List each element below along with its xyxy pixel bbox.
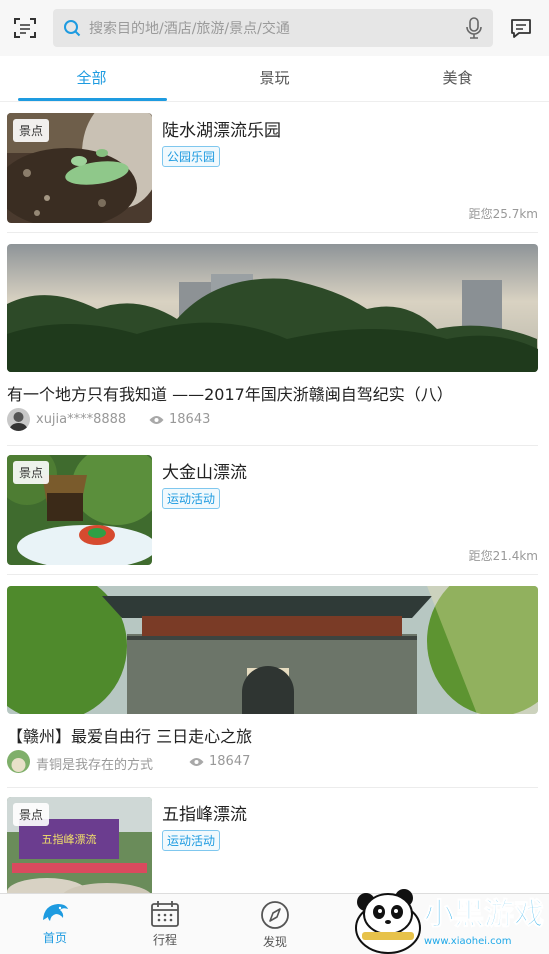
divider: [7, 574, 538, 575]
article-title[interactable]: 【赣州】最爱自由行 三日走心之旅: [7, 723, 252, 747]
spot-title: 大金山漂流: [162, 463, 247, 483]
nav-discover[interactable]: 发现: [220, 894, 330, 954]
search-header: 搜索目的地/酒店/旅游/景点/交通: [0, 0, 549, 56]
scan-icon: [14, 18, 36, 38]
dolphin-home-icon: [43, 904, 68, 921]
spot-title: 五指峰漂流: [162, 805, 247, 825]
spot-thumbnail: 五指峰漂流 景点: [7, 797, 152, 893]
tab-attractions[interactable]: 景玩: [183, 58, 366, 101]
watermark-logo: 小黑游戏 www.xiaohei.com: [352, 880, 549, 954]
compass-icon: [261, 901, 289, 929]
calendar-icon: [151, 901, 179, 927]
message-icon: [511, 19, 531, 38]
spot-title: 陡水湖漂流乐园: [162, 121, 281, 141]
nav-itinerary-label: 行程: [152, 933, 177, 947]
search-placeholder: 搜索目的地/酒店/旅游/景点/交通: [89, 21, 290, 37]
article-author: 青铜是我存在的方式: [36, 758, 154, 773]
spot-card[interactable]: 景点 陡水湖漂流乐园 公园乐园 距您25.7km: [0, 103, 549, 231]
eye-icon: [149, 416, 164, 424]
article-views: 18647: [209, 754, 251, 769]
avatar[interactable]: [7, 408, 30, 431]
search-icon: [64, 20, 81, 37]
nav-home[interactable]: 首页: [0, 894, 110, 954]
divider: [7, 232, 538, 233]
tab-all[interactable]: 全部: [0, 58, 183, 101]
spot-category-tag: 运动活动: [162, 830, 221, 851]
article-title[interactable]: 有一个地方只有我知道 ——2017年国庆浙赣闽自驾纪实（八）: [7, 381, 453, 405]
category-tabs: 全部 景玩 美食: [0, 58, 549, 102]
message-button[interactable]: [493, 0, 549, 56]
avatar[interactable]: [7, 750, 30, 773]
eye-icon: [189, 758, 204, 766]
article-banner[interactable]: 赣州: [7, 586, 538, 714]
spot-card[interactable]: 景点 大金山漂流 运动活动 距您21.4km: [0, 445, 549, 573]
watermark-url: www.xiaohei.com: [424, 936, 512, 947]
spot-card[interactable]: 五指峰漂流 景点 五指峰漂流 运动活动: [0, 787, 549, 893]
article-views: 18643: [169, 412, 211, 427]
search-input[interactable]: 搜索目的地/酒店/旅游/景点/交通: [53, 9, 493, 47]
nav-itinerary[interactable]: 行程: [110, 894, 220, 954]
spot-thumbnail: 景点: [7, 455, 152, 565]
sign-text: 五指峰漂流: [42, 832, 97, 846]
spot-type-badge: 景点: [13, 803, 50, 826]
spot-category-tag: 运动活动: [162, 488, 221, 509]
tab-food[interactable]: 美食: [366, 58, 549, 101]
article-author: xujia****8888: [36, 412, 127, 427]
article-banner[interactable]: [7, 244, 538, 372]
microphone-icon[interactable]: [465, 16, 483, 40]
spot-distance: 距您21.4km: [468, 549, 538, 563]
content-feed: 景点 陡水湖漂流乐园 公园乐园 距您25.7km 有一个地方只有我知道 ——20…: [0, 103, 549, 893]
watermark-text: 小黑游戏: [424, 897, 544, 932]
spot-thumbnail: 景点: [7, 113, 152, 223]
scan-button[interactable]: [0, 0, 50, 56]
spot-type-badge: 景点: [13, 461, 50, 484]
spot-category-tag: 公园乐园: [162, 146, 221, 167]
spot-type-badge: 景点: [13, 119, 50, 142]
spot-distance: 距您25.7km: [468, 207, 538, 221]
nav-home-label: 首页: [42, 931, 67, 945]
nav-discover-label: 发现: [262, 935, 287, 949]
